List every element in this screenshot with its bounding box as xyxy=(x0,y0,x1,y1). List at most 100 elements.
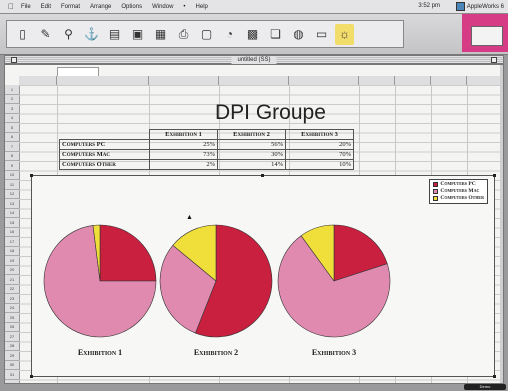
pie-slice[interactable] xyxy=(99,224,157,282)
row-label[interactable]: Computers Other xyxy=(59,159,150,170)
row-header[interactable]: 25 xyxy=(5,313,19,323)
app-name: AppleWorks 6 xyxy=(466,3,504,10)
column-header[interactable] xyxy=(57,76,149,85)
row-label[interactable]: Computers Mac xyxy=(59,149,150,160)
menu-edit[interactable]: Edit xyxy=(41,4,51,10)
header-exhibition-1[interactable]: Exhibition 1 xyxy=(149,129,218,140)
row-header[interactable]: 28 xyxy=(5,342,19,351)
column-header[interactable] xyxy=(431,76,467,85)
column-header[interactable] xyxy=(395,76,431,85)
row-header[interactable]: 13 xyxy=(5,199,19,209)
table-cell[interactable]: 14% xyxy=(217,159,286,170)
column-header[interactable] xyxy=(19,76,57,85)
legend-item: Computers PC xyxy=(433,181,484,188)
header-exhibition-2[interactable]: Exhibition 2 xyxy=(217,129,286,140)
frame-icon[interactable]: ▣ xyxy=(128,24,147,45)
pencil-icon[interactable]: ✎ xyxy=(36,24,55,45)
badge-card-icon xyxy=(471,26,503,46)
table-row: Computers Mac 73% 30% 70% xyxy=(59,149,354,160)
row-header[interactable]: 20 xyxy=(5,266,19,275)
column-header[interactable] xyxy=(149,76,219,85)
column-header[interactable] xyxy=(359,76,395,85)
legend-swatch-pc xyxy=(433,182,439,187)
copy-icon[interactable]: ❏ xyxy=(266,24,285,45)
column-header[interactable] xyxy=(219,76,289,85)
row-header[interactable]: 15 xyxy=(5,218,19,228)
page-icon[interactable]: ▯ xyxy=(13,24,32,45)
row-header[interactable]: 19 xyxy=(5,256,19,266)
row-label[interactable]: Computers PC xyxy=(59,139,150,150)
menu-format[interactable]: Format xyxy=(61,4,80,10)
lightbulb-icon[interactable]: ☼ xyxy=(335,23,354,45)
movie-icon[interactable]: ▭ xyxy=(312,24,331,45)
table-cell[interactable]: 73% xyxy=(149,149,218,160)
row-header[interactable]: 16 xyxy=(5,228,19,237)
column-header[interactable] xyxy=(467,76,503,85)
clock: 3:52 pm xyxy=(418,3,440,9)
row-header[interactable]: 30 xyxy=(5,361,19,370)
menu-file[interactable]: File xyxy=(21,4,31,10)
menu-script[interactable]: • xyxy=(183,4,185,10)
header-exhibition-3[interactable]: Exhibition 3 xyxy=(285,129,354,140)
row-header[interactable]: 10 xyxy=(5,171,19,180)
row-header[interactable]: 12 xyxy=(5,190,19,199)
paste-icon[interactable]: ▤ xyxy=(105,24,124,45)
calendar-icon[interactable]: ▩ xyxy=(243,24,262,45)
doc-icon[interactable]: ▢ xyxy=(197,24,216,45)
window-title: untitled (SS) xyxy=(231,56,277,64)
menu-arrange[interactable]: Arrange xyxy=(90,4,111,10)
window-title-bar[interactable]: untitled (SS) xyxy=(4,55,504,64)
row-header[interactable]: 1 xyxy=(5,85,19,95)
table-cell[interactable]: 25% xyxy=(149,139,218,150)
legend-item: Computers Other xyxy=(433,195,484,202)
row-header[interactable]: 27 xyxy=(5,332,19,342)
menu-window[interactable]: Window xyxy=(152,4,173,10)
dock-tab[interactable]: Demo xyxy=(464,384,506,390)
appleworks-badge[interactable] xyxy=(462,14,508,52)
row-header[interactable]: 26 xyxy=(5,323,19,332)
table-cell[interactable]: 20% xyxy=(285,139,354,150)
row-header[interactable]: 3 xyxy=(5,104,19,114)
row-header[interactable]: 2 xyxy=(5,95,19,104)
anchor-icon[interactable]: ⚓ xyxy=(82,24,101,45)
row-header[interactable]: 17 xyxy=(5,237,19,247)
apple-menu-icon[interactable]:  xyxy=(6,2,16,11)
pie-icon[interactable]: ◔ xyxy=(220,24,239,45)
table-cell[interactable]: 2% xyxy=(149,159,218,170)
row-header[interactable]: 4 xyxy=(5,114,19,123)
table-cell[interactable]: 70% xyxy=(285,149,354,160)
row-header[interactable]: 6 xyxy=(5,133,19,142)
row-header[interactable]: 14 xyxy=(5,209,19,218)
row-header[interactable]: 18 xyxy=(5,247,19,256)
row-header[interactable]: 31 xyxy=(5,370,19,380)
column-header[interactable] xyxy=(289,76,359,85)
row-header[interactable]: 23 xyxy=(5,294,19,304)
table-row: Computers Other 2% 14% 10% xyxy=(59,159,354,170)
stamp-icon[interactable]: ⚲ xyxy=(59,24,78,45)
row-header[interactable]: 5 xyxy=(5,123,19,133)
zoom-box-icon[interactable] xyxy=(491,57,497,63)
table-cell[interactable]: 30% xyxy=(217,149,286,160)
spreadsheet[interactable]: 1 2 3 4 5 6 7 8 9 10 11 12 13 14 15 16 17 18 19 20 21 22 23 24 2… xyxy=(4,64,504,384)
table-icon[interactable]: ▦ xyxy=(151,24,170,45)
pie-plot-area xyxy=(43,224,391,338)
row-header[interactable]: 24 xyxy=(5,304,19,313)
globe-icon[interactable]: ◍ xyxy=(289,24,308,45)
row-header[interactable]: 22 xyxy=(5,285,19,294)
pie-chart[interactable]: Computers PC Computers Mac Computers Oth… xyxy=(30,174,496,378)
close-box-icon[interactable] xyxy=(11,57,17,63)
pie-label: Exhibition 3 xyxy=(311,348,357,357)
print-icon[interactable]: ⎙ xyxy=(174,24,193,45)
row-header[interactable]: 21 xyxy=(5,275,19,285)
row-header[interactable]: 8 xyxy=(5,152,19,161)
menu-help[interactable]: Help xyxy=(196,4,208,10)
application-menu[interactable]: AppleWorks 6 xyxy=(455,2,504,11)
vertical-scrollbar[interactable] xyxy=(500,65,503,383)
row-header[interactable]: 7 xyxy=(5,142,19,152)
row-header[interactable]: 11 xyxy=(5,180,19,190)
row-header[interactable]: 9 xyxy=(5,161,19,171)
table-cell[interactable]: 56% xyxy=(217,139,286,150)
row-header[interactable]: 29 xyxy=(5,351,19,361)
table-cell[interactable]: 10% xyxy=(285,159,354,170)
menu-options[interactable]: Options xyxy=(121,4,142,10)
